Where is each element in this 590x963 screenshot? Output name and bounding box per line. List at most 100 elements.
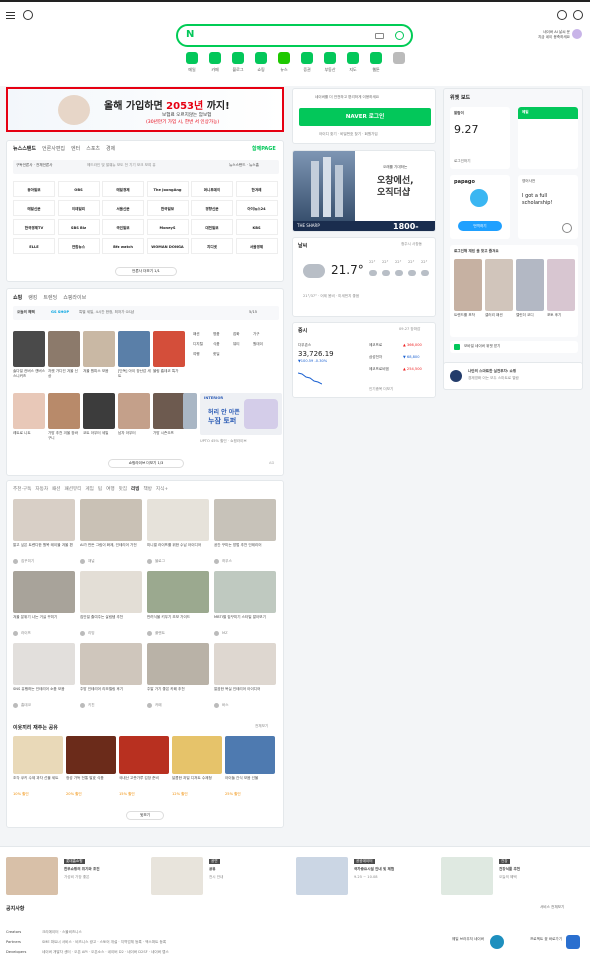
news-brand[interactable]: MoneyS: [146, 219, 189, 235]
service-6[interactable]: 부동산: [321, 52, 339, 73]
service-3[interactable]: 쇼핑: [252, 52, 270, 73]
ad-banner[interactable]: 올해 가입하면 2053년 까지! 보험료 오르지않는 암보험 (30년만기 가…: [6, 87, 284, 132]
service-1[interactable]: 카페: [206, 52, 224, 73]
smile-icon[interactable]: [23, 10, 33, 20]
post-author[interactable]: 카페: [155, 703, 162, 708]
feed-tab[interactable]: 팁: [98, 487, 102, 492]
search-icon[interactable]: [395, 31, 404, 40]
market-image[interactable]: [119, 736, 169, 774]
notification-icon[interactable]: [557, 10, 567, 20]
feed-tab[interactable]: 리빙: [131, 487, 139, 492]
news-tab[interactable]: 스포츠: [86, 146, 100, 152]
news-page-link[interactable]: 함께PAGE: [252, 145, 276, 152]
news-brand[interactable]: 머니투데이: [191, 181, 233, 197]
news-brand[interactable]: 매일경제: [102, 181, 144, 197]
product-image[interactable]: [48, 331, 80, 367]
news-brand[interactable]: OBS: [57, 181, 100, 197]
news-filter[interactable]: 구독언론사 · 전체언론사: [16, 163, 53, 168]
news-brand[interactable]: Bfz watch: [102, 238, 144, 254]
post-image[interactable]: [147, 571, 209, 613]
shopping-tab[interactable]: 쇼핑라이브: [63, 295, 86, 301]
news-tab[interactable]: 뉴스스탠드: [13, 146, 36, 152]
news-brand[interactable]: 서울신문: [102, 200, 144, 216]
market-image[interactable]: [66, 736, 116, 774]
whale-label[interactable]: 웨일 브라우저 네이버: [452, 937, 488, 942]
service-5[interactable]: 증권: [298, 52, 316, 73]
post-title[interactable]: 집안일 줄여주는 살림템 추천: [80, 615, 142, 630]
shopping-pager[interactable]: 쇼핑라이브 더보기 1/3: [108, 459, 184, 468]
feed-tab[interactable]: 맛집: [119, 487, 127, 492]
shopping-filter[interactable]: 잡화: [233, 332, 253, 337]
service-all-link[interactable]: 서비스 전체보기: [540, 905, 564, 910]
product-title[interactable]: 블링 홈데코 특가: [153, 369, 186, 384]
news-brand[interactable]: 한국일보: [146, 200, 189, 216]
shopping-promo[interactable]: 오늘의 혜택 GS SHOP 특별 세일, 4시간 한정, 최저가 GS샵 5/…: [13, 306, 279, 320]
news-brand[interactable]: WOMAN DONGA: [146, 238, 189, 254]
post-title[interactable]: 공간 꾸미는 방법 추천 인테리어: [214, 543, 276, 558]
ai-item-image[interactable]: [516, 259, 544, 311]
ai-item-title[interactable]: 포토 후기: [547, 313, 575, 328]
news-brand[interactable]: 경향신문: [191, 200, 233, 216]
service-4[interactable]: 뉴스: [275, 52, 293, 73]
post-image[interactable]: [13, 499, 75, 541]
post-title[interactable]: 미니멀 라이프를 위한 수납 아이디어: [147, 543, 209, 558]
news-pager[interactable]: 언론사 더보기 1/1: [115, 267, 177, 276]
stock-widget[interactable]: 증시 09.27 장마감 다우존스 33,726.19 ▼100.59 -0.3…: [292, 322, 436, 398]
shopping-tab[interactable]: 트렌딩: [43, 295, 57, 301]
news-brand[interactable]: 서울경제: [235, 238, 278, 254]
post-title[interactable]: 주말 가기 좋은 카페 추천: [147, 687, 209, 702]
news-view-toggle[interactable]: 뉴스스탠드 · 뉴스홈: [229, 163, 259, 168]
product-image[interactable]: [118, 393, 150, 429]
service-0[interactable]: 메일: [183, 52, 201, 73]
post-author[interactable]: 리빙: [88, 631, 95, 636]
footer-row-links[interactable]: SME 파트너 서비스 · 비즈니스 광고 · 스토어 개설 · 지역업체 등록…: [42, 940, 166, 945]
login-button[interactable]: NAVER 로그인: [299, 108, 431, 126]
news-brand[interactable]: 지디넷: [191, 238, 233, 254]
service-9[interactable]: [390, 52, 408, 67]
product-title[interactable]: [단독] 아이 장난감 세트: [118, 369, 151, 384]
shopping-filter[interactable]: 명품: [213, 332, 233, 337]
alarm-widget[interactable]: 알람이 9.27 로그인하기: [450, 107, 510, 169]
apartment-ad[interactable]: 오래를 기대하는 오창에선, 오직더샵 THE SHARP 1800-0337: [292, 150, 436, 232]
shopping-tab[interactable]: 쇼핑: [13, 295, 22, 301]
shopping-ad[interactable]: INTERIOR 허리 안 아픈 누잠 토퍼: [200, 393, 282, 435]
news-tab[interactable]: 엔터: [71, 146, 80, 152]
ai-widget[interactable]: 로그인해 재밌 을 찾고 즐겨요 트렌드를 포착 갤러리 패션 캘린더 코디 포토 후…: [450, 245, 578, 337]
mobile-widget-promo[interactable]: 모바일 네이버 위젯 받기: [450, 341, 578, 353]
ai-item-image[interactable]: [454, 259, 482, 311]
product-image[interactable]: [83, 393, 115, 429]
market-image[interactable]: [13, 736, 63, 774]
ai-item-image[interactable]: [485, 259, 513, 311]
stock-name[interactable]: 삼성전자: [369, 355, 382, 360]
post-image[interactable]: [80, 643, 142, 685]
product-title[interactable]: 자켓 가디건 겨울 신상: [48, 369, 81, 384]
market-more[interactable]: 전체보기: [255, 724, 268, 729]
news-brand[interactable]: 이데일리: [57, 200, 100, 216]
menu-icon[interactable]: [6, 12, 15, 19]
market-image[interactable]: [172, 736, 222, 774]
search-icon[interactable]: [562, 223, 572, 233]
footer-title[interactable]: 건강식품 추천: [499, 867, 520, 872]
post-title[interactable]: SNS 유행하는 인테리어 소품 모음: [13, 687, 75, 702]
feed-tab[interactable]: 지식+: [156, 487, 168, 492]
shopping-filter[interactable]: 핫딜: [213, 352, 233, 357]
feed-tab[interactable]: 패션뷰티: [65, 487, 82, 492]
post-image[interactable]: [214, 643, 276, 685]
post-author[interactable]: 바스: [222, 703, 229, 708]
news-brand[interactable]: 연합뉴스: [57, 238, 100, 254]
ai-item-title[interactable]: 갤러리 패션: [485, 313, 513, 328]
papago-widget[interactable]: papago 번역하기: [450, 175, 510, 239]
stock-name[interactable]: 에코프로비엠: [369, 367, 389, 372]
shopping-filter[interactable]: 뷰티: [233, 342, 253, 347]
login-links[interactable]: 아이디 찾기 · 비밀번호 찾기 · 회원가입: [319, 132, 378, 137]
project-icon[interactable]: [566, 935, 580, 949]
product-title[interactable]: 코트 아우터 세일: [83, 431, 116, 446]
post-title[interactable]: 겨울 분위기 나는 거실 꾸미기: [13, 615, 75, 630]
post-author[interactable]: 키친: [88, 703, 95, 708]
post-image[interactable]: [13, 571, 75, 613]
footer-title[interactable]: 국가중요시설 안내 및 체험: [354, 867, 394, 872]
post-author[interactable]: 하우스: [222, 559, 232, 564]
footer-row-links[interactable]: 네이버 개발자 센터 · 오픈 API · 오픈소스 · 네이버 D2 · 네이…: [42, 950, 169, 955]
post-title[interactable]: 주방 인테리어 리모델링 후기: [80, 687, 142, 702]
market-title[interactable]: 국내산 고춧가루 김장 준비: [119, 776, 169, 791]
